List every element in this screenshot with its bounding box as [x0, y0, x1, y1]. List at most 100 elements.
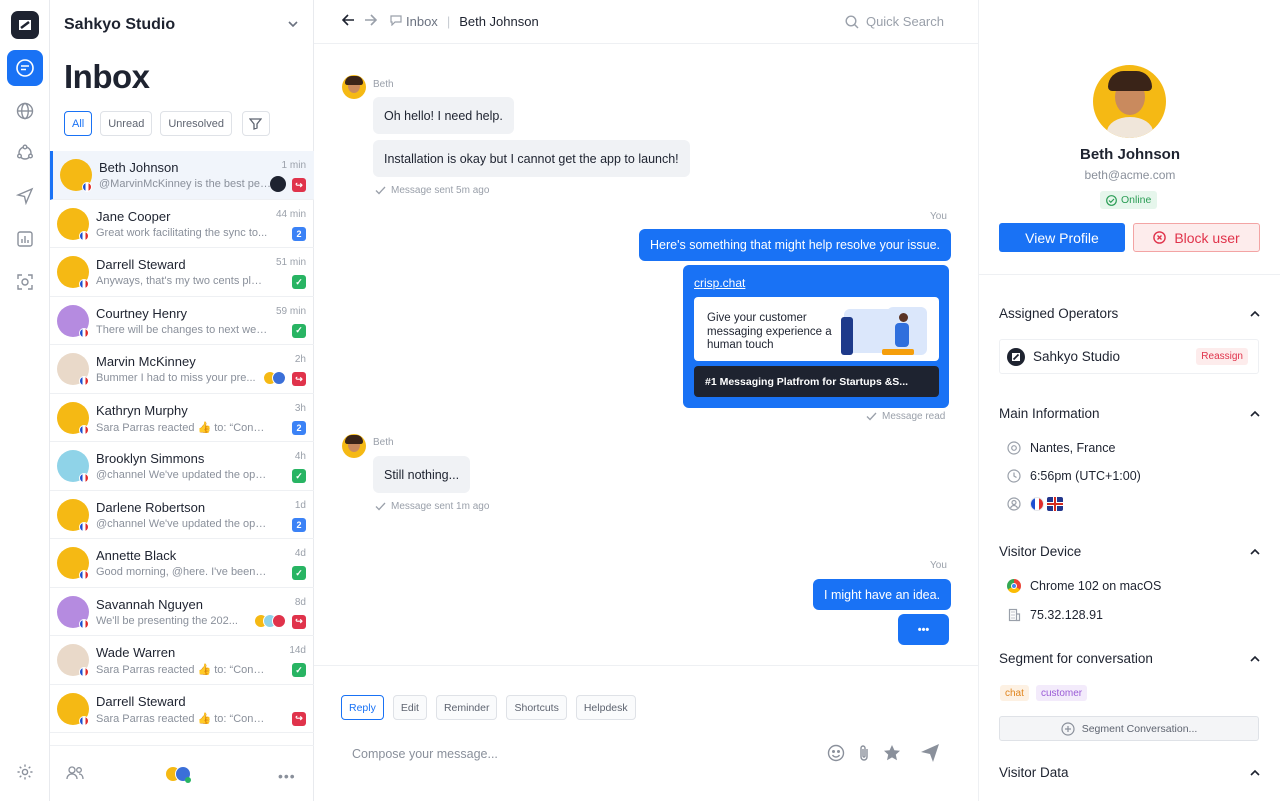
france-flag-icon — [79, 473, 89, 483]
attachment-icon[interactable] — [856, 744, 872, 767]
app-logo-icon[interactable] — [11, 11, 39, 39]
status-badge: 2 — [292, 517, 306, 532]
visitor-sidebar: Beth Johnson beth@acme.com Online View P… — [978, 0, 1280, 801]
contact-name: Savannah Nguyen — [96, 596, 203, 612]
sender-name: You — [930, 560, 947, 571]
workspace-name[interactable]: Sahkyo Studio — [64, 16, 175, 34]
message-bubble: Installation is okay but I cannot get th… — [373, 140, 690, 177]
list-item[interactable]: Annette Black Good morning, @here. I've b… — [50, 539, 314, 588]
tab-edit[interactable]: Edit — [392, 695, 427, 720]
plus-circle-icon — [1061, 721, 1075, 736]
quick-search[interactable]: Quick Search — [845, 14, 944, 29]
section-main-information[interactable]: Main Information — [999, 406, 1261, 421]
reassign-button[interactable]: Reassign — [1196, 348, 1248, 365]
section-assigned-operators[interactable]: Assigned Operators — [999, 306, 1261, 321]
avatar — [342, 434, 366, 458]
message-preview: Good morning, @here. I've been havin... — [96, 566, 268, 578]
back-arrow-icon[interactable] — [341, 14, 355, 29]
contact-name: Courtney Henry — [96, 305, 188, 321]
list-item[interactable]: Brooklyn Simmons @channel We've updated t… — [50, 442, 314, 491]
list-item[interactable]: Savannah Nguyen We'll be presenting the 2… — [50, 588, 314, 636]
ip-row: 75.32.128.91 — [1007, 608, 1103, 622]
funnel-icon[interactable] — [241, 111, 270, 136]
chat-icon[interactable] — [7, 50, 43, 86]
participant-avatars — [263, 371, 286, 385]
list-item[interactable]: Wade Warren Sara Parras reacted 👍 to: “Co… — [50, 636, 314, 685]
tab-reply[interactable]: Reply — [341, 695, 384, 720]
chevron-up-icon — [1250, 769, 1260, 776]
section-segment[interactable]: Segment for conversation — [999, 651, 1261, 666]
list-item[interactable]: Beth Johnson @MarvinMcKinney is the best … — [50, 151, 314, 200]
scan-icon[interactable] — [7, 264, 43, 300]
contact-name: Wade Warren — [96, 645, 176, 660]
timestamp: 59 min — [275, 305, 306, 317]
message-preview: There will be changes to next wee... — [96, 323, 268, 336]
analytics-icon[interactable] — [7, 221, 43, 257]
block-user-button[interactable]: Block user — [1133, 223, 1260, 252]
avatar — [342, 75, 366, 99]
filter-unresolved[interactable]: Unresolved — [160, 111, 232, 136]
segment-conversation-button[interactable]: Segment Conversation... — [999, 716, 1259, 741]
tab-helpdesk[interactable]: Helpdesk — [575, 695, 636, 720]
status-badge: ✓ — [292, 566, 306, 580]
operator-mini-avatar — [270, 176, 286, 192]
globe-icon[interactable] — [7, 93, 43, 129]
filter-all[interactable]: All — [64, 111, 93, 136]
user-icon — [1007, 497, 1021, 511]
compose-input[interactable]: Compose your message... — [352, 747, 498, 761]
operators-icon[interactable] — [66, 766, 84, 785]
link-preview-card[interactable]: crisp.chat Give your customer messaging … — [683, 265, 949, 408]
chevron-up-icon — [1250, 655, 1260, 662]
filter-unread[interactable]: Unread — [100, 111, 153, 136]
list-item[interactable]: Marvin McKinney Bummer I had to miss your… — [50, 345, 314, 394]
forward-arrow-icon[interactable] — [364, 14, 378, 29]
sender-name: Beth — [373, 437, 394, 448]
contact-name: Darrell Steward — [96, 257, 186, 272]
section-visitor-data[interactable]: Visitor Data — [999, 765, 1261, 780]
france-flag-icon — [79, 376, 89, 386]
chevron-down-icon[interactable] — [287, 17, 299, 35]
chevron-up-icon — [1250, 548, 1260, 555]
view-profile-button[interactable]: View Profile — [999, 223, 1125, 252]
languages-row — [1007, 497, 1063, 511]
online-operators-avatars[interactable] — [165, 766, 191, 783]
message-bubble: Here's something that might help resolve… — [639, 229, 952, 261]
send-icon[interactable] — [7, 178, 43, 214]
more-icon[interactable]: ••• — [278, 768, 296, 784]
status-badge: Online — [1100, 191, 1158, 209]
france-flag-icon — [79, 618, 89, 629]
list-item[interactable]: Courtney Henry There will be changes to n… — [50, 297, 314, 345]
composer-tabs: Reply Edit Reminder Shortcuts Helpdesk — [341, 695, 636, 720]
list-item[interactable]: Darlene Robertson @channel We've updated … — [50, 491, 314, 539]
star-icon[interactable] — [883, 744, 901, 767]
list-item[interactable]: Darrell Steward Sara Parras reacted 👍 to:… — [50, 685, 314, 733]
list-item[interactable]: Jane Cooper Great work facilitating the s… — [50, 200, 314, 248]
profile-avatar — [1093, 65, 1166, 138]
contact-name: Brooklyn Simmons — [96, 451, 205, 466]
tab-reminder[interactable]: Reminder — [435, 695, 498, 720]
settings-icon[interactable] — [7, 754, 43, 790]
segment-tag[interactable]: customer — [1036, 685, 1088, 701]
browser-row: Chrome 102 on macOS — [1007, 579, 1161, 593]
breadcrumb-inbox[interactable]: Inbox — [406, 14, 438, 29]
integrations-icon[interactable] — [7, 135, 43, 171]
uk-flag-icon — [1047, 497, 1063, 511]
timestamp: 3h — [294, 402, 306, 414]
operator-row: Sahkyo Studio Reassign — [999, 339, 1259, 374]
timestamp: 4h — [294, 451, 306, 462]
section-visitor-device[interactable]: Visitor Device — [999, 544, 1261, 559]
emoji-icon[interactable] — [827, 744, 845, 767]
segment-tag[interactable]: chat — [1000, 685, 1029, 701]
contact-name: Kathryn Murphy — [96, 402, 188, 418]
contact-name: Darrell Steward — [96, 693, 186, 709]
inbox-small-icon — [390, 14, 402, 29]
icon-rail — [0, 0, 50, 801]
list-item[interactable]: Darrell Steward Anyways, that's my two ce… — [50, 248, 314, 297]
send-icon[interactable] — [920, 743, 940, 768]
france-flag-icon — [82, 182, 92, 192]
tab-shortcuts[interactable]: Shortcuts — [506, 695, 567, 720]
card-link[interactable]: crisp.chat — [694, 276, 745, 290]
list-item[interactable]: Kathryn Murphy Sara Parras reacted 👍 to: … — [50, 394, 314, 442]
france-flag-icon — [79, 570, 89, 580]
filter-bar: All Unread Unresolved — [64, 111, 270, 136]
